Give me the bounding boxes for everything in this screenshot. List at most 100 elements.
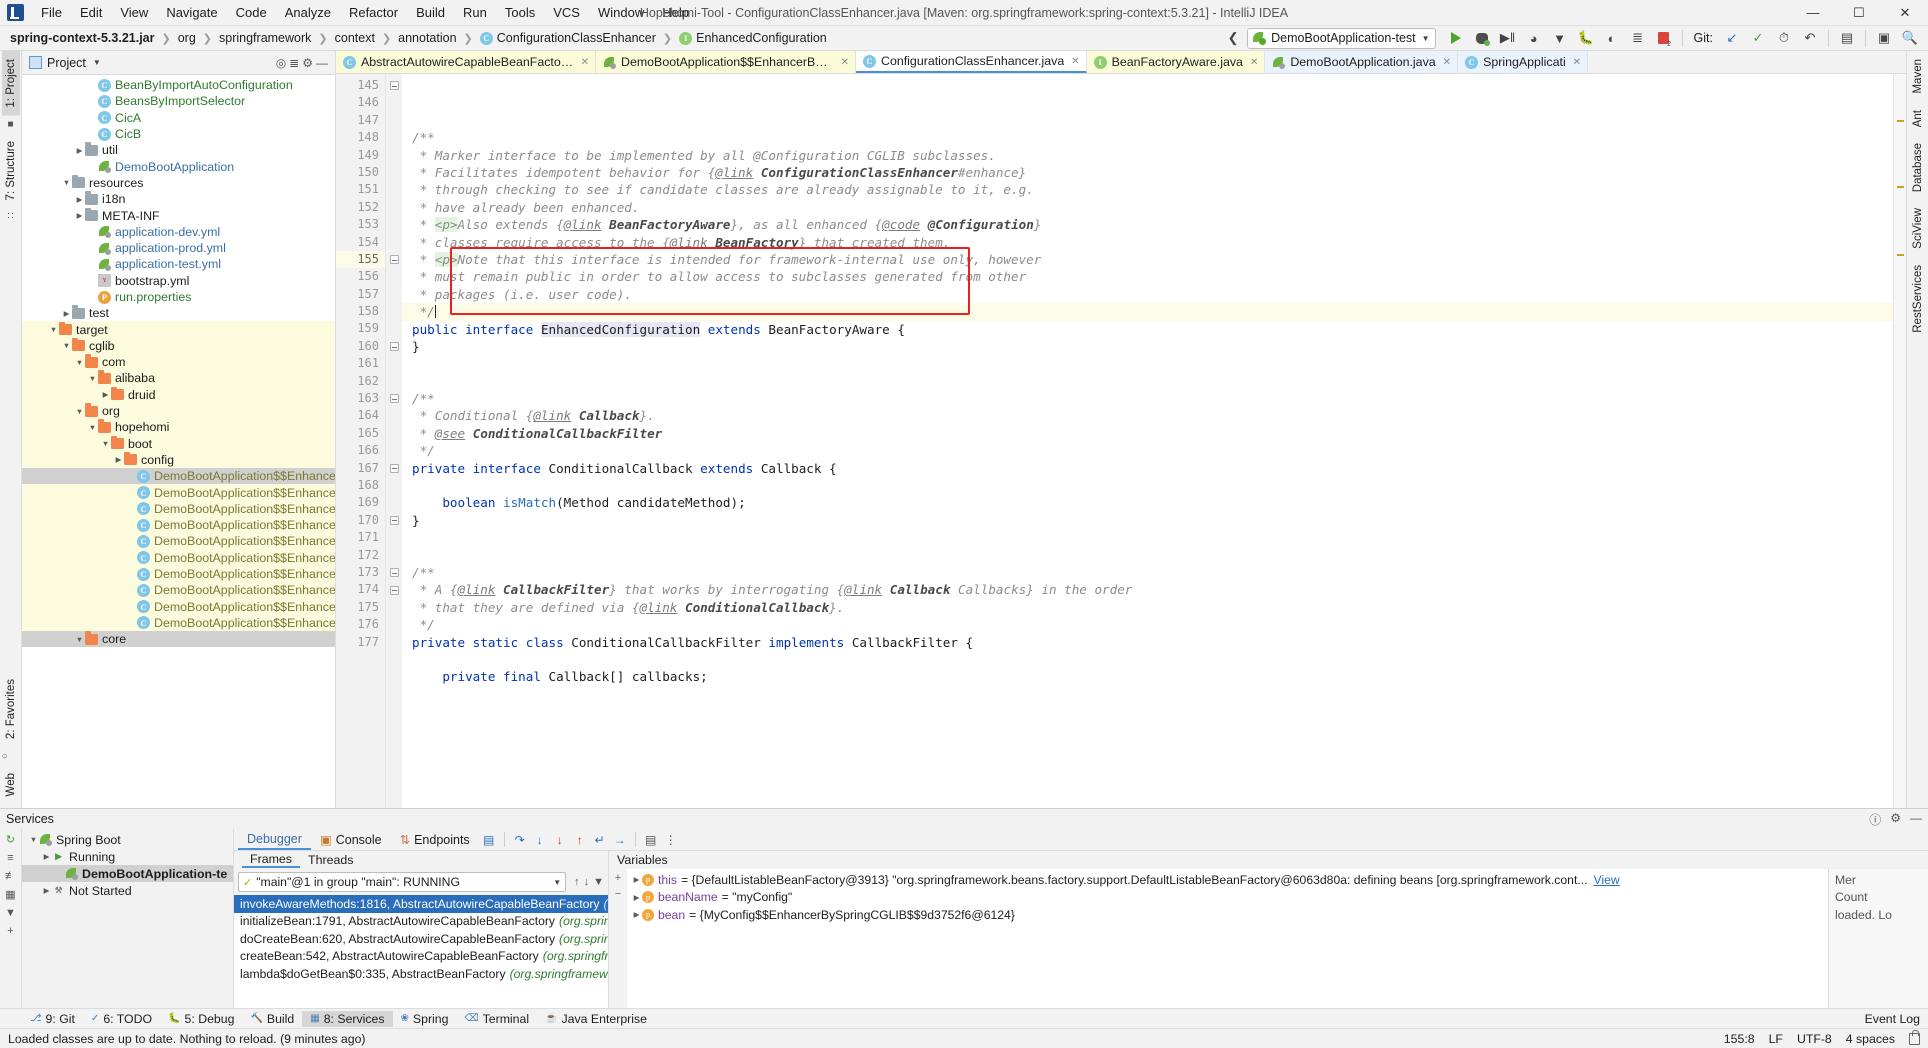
menu-run[interactable]: Run <box>454 2 496 23</box>
menu-vcs[interactable]: VCS <box>544 2 589 23</box>
tree-node[interactable]: C DemoBootApplication$$EnhancerBy$ <box>22 614 335 632</box>
editor-tab[interactable]: C ConfigurationClassEnhancer.java ✕ <box>856 51 1087 73</box>
code-line[interactable]: * through checking to see if candidate c… <box>402 181 1893 198</box>
toolwindow-button-terminal[interactable]: ⌫ Terminal <box>456 1011 537 1027</box>
fold-toggle-icon[interactable] <box>386 512 402 529</box>
services-tree-node[interactable]: DemoBootApplication-te <box>22 865 233 882</box>
maximize-button[interactable]: ☐ <box>1836 0 1882 26</box>
tool-window-bar[interactable]: ⎇ 9: Git ✓ 6: TODO 🐛 5: Debug 🔨 Build ▦ 8: Servic… <box>0 1008 1928 1028</box>
close-button[interactable]: ✕ <box>1882 0 1928 26</box>
event-log-button[interactable]: Event Log <box>1865 1012 1920 1026</box>
breadcrumb-annotation[interactable]: annotation <box>396 30 458 46</box>
project-tree[interactable]: C BeanByImportAutoConfiguration C BeansByIm… <box>22 75 335 808</box>
menu-tools[interactable]: Tools <box>496 2 544 23</box>
toolwindow-button-debug[interactable]: 🐛 5: Debug <box>160 1011 242 1027</box>
back-icon[interactable]: ❮ <box>1221 27 1245 50</box>
code-line[interactable]: } <box>402 338 1893 355</box>
indent-setting[interactable]: 4 spaces <box>1846 1032 1895 1046</box>
menu-refactor[interactable]: Refactor <box>340 2 407 23</box>
sidebar-item-favorites[interactable]: 2: Favorites <box>2 671 20 747</box>
code-text[interactable]: /** * Marker interface to be implemented… <box>402 74 1893 808</box>
run-icon[interactable] <box>1444 27 1468 50</box>
expand-arrow-icon[interactable]: ▶ <box>631 910 642 919</box>
services-tree-node[interactable]: ▶ ⚒ Not Started <box>22 882 233 899</box>
code-line[interactable]: * have already been enhanced. <box>402 199 1893 216</box>
code-line[interactable] <box>402 373 1893 390</box>
expand-arrow-icon[interactable]: ▶ <box>631 875 642 884</box>
tab-debugger[interactable]: Debugger <box>238 830 311 850</box>
code-line[interactable]: * packages (i.e. user code). <box>402 286 1893 303</box>
chevron-down-icon[interactable]: ▼ <box>93 58 101 67</box>
code-line[interactable]: /** <box>402 564 1893 581</box>
menu-window[interactable]: Window <box>589 2 653 23</box>
menu-edit[interactable]: Edit <box>71 2 111 23</box>
toolwindow-button-git[interactable]: ⎇ 9: Git <box>22 1011 83 1027</box>
run-with-coverage-icon[interactable]: ▶‖ <box>1496 27 1520 50</box>
code-line[interactable]: * <p>Note that this interface is intende… <box>402 251 1893 268</box>
tab-endpoints[interactable]: ⇅ Endpoints <box>391 830 479 849</box>
variable-row[interactable]: ▶ p bean = {MyConfig$$EnhancerBySpringCGLIB… <box>627 906 1828 924</box>
toolwindow-button-todo[interactable]: ✓ 6: TODO <box>83 1011 160 1027</box>
fold-toggle-icon[interactable] <box>386 581 402 598</box>
view-link[interactable]: View <box>1594 873 1620 887</box>
line-separator[interactable]: LF <box>1769 1032 1783 1046</box>
sidebar-item-project[interactable]: 1: Project <box>1 51 20 116</box>
code-line[interactable]: private final Callback[] callbacks; <box>402 668 1893 685</box>
code-folding-gutter[interactable] <box>386 74 402 808</box>
drop-frame-icon[interactable]: ↵ <box>590 830 610 849</box>
breadcrumb-interface[interactable]: I EnhancedConfiguration <box>677 30 829 46</box>
error-stripe-marker[interactable] <box>1893 74 1906 808</box>
add-watch-icon[interactable]: + <box>615 872 621 884</box>
expand-arrow-icon[interactable]: ▼ <box>61 341 72 350</box>
close-tab-icon[interactable]: ✕ <box>581 57 589 68</box>
close-tab-icon[interactable]: ✕ <box>1071 56 1079 67</box>
step-into-icon[interactable]: ↓ <box>530 830 550 849</box>
expand-arrow-icon[interactable]: ▶ <box>100 390 111 399</box>
code-line[interactable]: /** <box>402 390 1893 407</box>
editor-tab[interactable]: DemoBootApplication$$EnhancerBySpringCGL… <box>596 51 856 73</box>
tree-node[interactable]: ▼ boot <box>22 435 335 452</box>
tree-node[interactable]: ▼ resources <box>22 174 335 191</box>
tree-node[interactable]: ▶ test <box>22 305 335 321</box>
expand-arrow-icon[interactable]: ▼ <box>74 635 85 644</box>
minimize-button[interactable]: — <box>1790 0 1836 26</box>
frame-row[interactable]: doCreateBean:620, AbstractAutowireCapabl… <box>234 930 608 948</box>
frame-row[interactable]: lambda$doGetBean$0:335, AbstractBeanFact… <box>234 965 608 983</box>
force-step-into-icon[interactable]: ↓ <box>550 830 570 849</box>
code-line[interactable]: * classes require access to the {@link B… <box>402 234 1893 251</box>
menu-help[interactable]: Help <box>653 2 698 23</box>
tab-frames[interactable]: Frames <box>242 852 300 868</box>
variable-row[interactable]: ▶ p beanName = "myConfig" <box>627 889 1828 907</box>
variables-gutter[interactable]: + − <box>609 869 627 1008</box>
breadcrumb-context[interactable]: context <box>333 30 377 46</box>
update-project-icon[interactable]: ↙ <box>1720 27 1744 50</box>
scroll-from-source-icon[interactable]: ◎ <box>276 56 286 70</box>
expand-arrow-icon[interactable]: ▶ <box>631 893 642 902</box>
code-line[interactable]: */ <box>402 442 1893 459</box>
main-menu[interactable]: File Edit View Navigate Code Analyze Ref… <box>32 0 698 26</box>
code-line[interactable]: * @see ConditionalCallbackFilter <box>402 425 1893 442</box>
tree-node[interactable]: C DemoBootApplication$$EnhancerBy$ <box>22 598 335 615</box>
expand-arrow-icon[interactable]: ▶ <box>41 852 52 861</box>
variable-row[interactable]: ▶ p this = {DefaultListableBeanFactory@3913… <box>627 871 1828 889</box>
menu-analyze[interactable]: Analyze <box>276 2 340 23</box>
breadcrumb-org[interactable]: org <box>176 30 198 46</box>
tab-console[interactable]: ▣ Console <box>311 830 391 849</box>
expand-arrow-icon[interactable]: ▼ <box>87 423 98 432</box>
close-tab-icon[interactable]: ✕ <box>1250 57 1258 68</box>
frame-row[interactable]: createBean:542, AbstractAutowireCapableB… <box>234 948 608 966</box>
expand-arrow-icon[interactable]: ▼ <box>87 374 98 383</box>
close-tab-icon[interactable]: ✕ <box>1573 57 1581 68</box>
rerun-icon[interactable]: ↻ <box>6 833 15 846</box>
tree-node[interactable]: ▶ META-INF <box>22 207 335 223</box>
code-line[interactable]: * must remain public in order to allow a… <box>402 268 1893 285</box>
tree-node[interactable]: C BeansByImportSelector <box>22 93 335 109</box>
step-out-icon[interactable]: ↑ <box>570 830 590 849</box>
code-line[interactable]: public interface EnhancedConfiguration e… <box>402 321 1893 338</box>
run-dashboard-icon[interactable]: ≣ <box>1626 27 1650 50</box>
tree-node[interactable]: DemoBootApplication <box>22 158 335 174</box>
rollback-icon[interactable]: ↶ <box>1798 27 1822 50</box>
tab-threads[interactable]: Threads <box>300 853 361 867</box>
hide-icon[interactable]: — <box>1910 811 1922 828</box>
tree-node[interactable]: C DemoBootApplication$$EnhancerBy$ <box>22 549 335 566</box>
